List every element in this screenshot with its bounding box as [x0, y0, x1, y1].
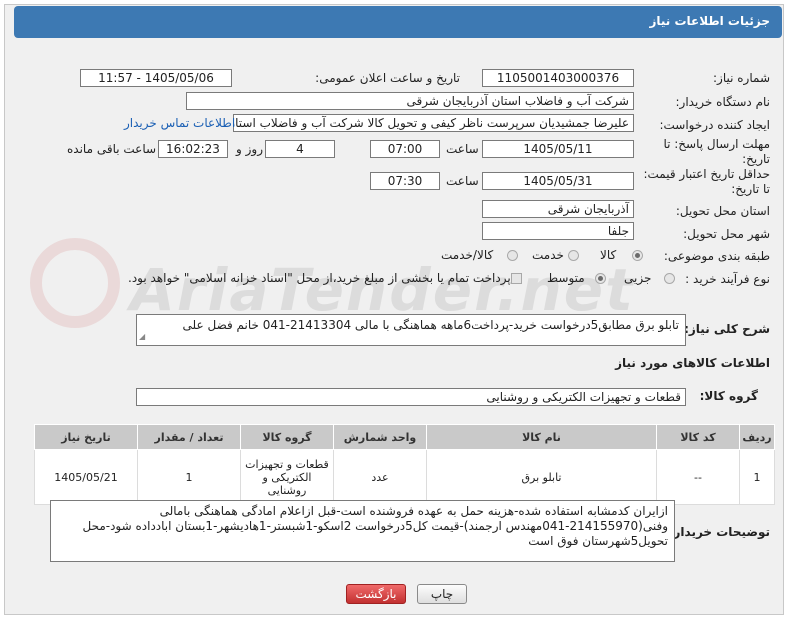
resize-handle-icon[interactable]: ◢ — [139, 329, 145, 344]
back-button[interactable]: بازگشت — [346, 584, 406, 604]
cell-need-date: 1405/05/21 — [34, 449, 138, 505]
validity-time-field[interactable]: 07:30 — [370, 172, 440, 190]
col-need-date: تاریخ نیاز — [34, 424, 138, 450]
description-text: تابلو برق مطابق5درخواست خرید-پرداخت6ماهه… — [182, 318, 679, 332]
process-radio-medium[interactable] — [595, 273, 606, 284]
col-row: ردیف — [739, 424, 775, 450]
category-option-goods-service: کالا/خدمت — [441, 248, 494, 262]
validity-label-date: تا تاریخ: — [731, 182, 770, 196]
contact-info-link[interactable]: اطلاعات تماس خریدار — [124, 116, 235, 130]
remaining-time-field[interactable]: 16:02:23 — [158, 140, 228, 158]
cell-name: تابلو برق — [426, 449, 657, 505]
announce-field[interactable]: 1405/05/06 - 11:57 — [80, 69, 232, 87]
validity-label: حداقل تاریخ اعتبار قیمت: — [643, 167, 770, 181]
cell-quantity: 1 — [137, 449, 241, 505]
deadline-time-label: ساعت — [446, 142, 479, 156]
process-option-medium: متوسط — [547, 271, 585, 285]
days-field[interactable]: 4 — [265, 140, 335, 158]
treasury-payment-note: پرداخت تمام یا بخشی از مبلغ خرید،از محل … — [128, 271, 511, 285]
process-label: نوع فرآیند خرید : — [685, 272, 770, 286]
treasury-payment-checkbox[interactable] — [511, 273, 522, 284]
category-radio-service[interactable] — [568, 250, 579, 261]
buyer-notes-label: توضیحات خریدار: — [668, 525, 770, 539]
buyer-notes-text: ازایران کدمشابه استفاده شده-هزینه حمل به… — [82, 504, 668, 548]
process-option-minor: جزیی — [624, 271, 652, 285]
remaining-time-label: ساعت باقی مانده — [67, 142, 157, 156]
deadline-label: مهلت ارسال پاسخ: تا — [663, 137, 770, 151]
creator-field[interactable]: علیرضا جمشیدیان سرپرست ناظر کیفی و تحویل… — [233, 114, 634, 132]
cell-row: 1 — [739, 449, 775, 505]
province-field[interactable]: آذربایجان شرقی — [482, 200, 634, 218]
buyer-notes-textarea[interactable]: ازایران کدمشابه استفاده شده-هزینه حمل به… — [50, 500, 675, 562]
city-field[interactable]: جلفا — [482, 222, 634, 240]
announce-label: تاریخ و ساعت اعلان عمومی: — [315, 71, 460, 85]
category-radio-goods[interactable] — [632, 250, 643, 261]
need-number-label: شماره نیاز: — [713, 71, 770, 85]
category-radio-goods-service[interactable] — [507, 250, 518, 261]
col-unit: واحد شمارش — [333, 424, 427, 450]
buyer-field[interactable]: شرکت آب و فاضلاب استان آذربایجان شرقی — [186, 92, 634, 110]
cell-code: -- — [656, 449, 740, 505]
page-title: جزئیات اطلاعات نیاز — [649, 14, 770, 28]
col-name: نام کالا — [426, 424, 657, 450]
cell-unit: عدد — [333, 449, 427, 505]
description-textarea[interactable]: تابلو برق مطابق5درخواست خرید-پرداخت6ماهه… — [136, 314, 686, 346]
goods-group-label: گروه کالا: — [699, 389, 758, 403]
items-table-header: ردیف کد کالا نام کالا واحد شمارش گروه کا… — [34, 424, 775, 450]
category-label: طبقه بندی موضوعی: — [663, 249, 770, 263]
col-code: کد کالا — [656, 424, 740, 450]
need-number-field[interactable]: 1105001403000376 — [482, 69, 634, 87]
deadline-time-field[interactable]: 07:00 — [370, 140, 440, 158]
category-option-service: خدمت — [532, 248, 564, 262]
col-quantity: تعداد / مقدار — [137, 424, 241, 450]
deadline-label-date: تاریخ: — [742, 152, 770, 166]
title-bar: جزئیات اطلاعات نیاز — [14, 6, 782, 38]
items-table: ردیف کد کالا نام کالا واحد شمارش گروه کا… — [34, 424, 775, 505]
col-group: گروه کالا — [240, 424, 334, 450]
process-radio-minor[interactable] — [664, 273, 675, 284]
print-button[interactable]: چاپ — [417, 584, 467, 604]
description-label: شرح کلی نیاز: — [684, 322, 770, 336]
days-label: روز و — [236, 142, 263, 156]
goods-info-title: اطلاعات کالاهای مورد نیاز — [615, 356, 770, 370]
province-label: استان محل تحویل: — [675, 204, 770, 218]
validity-time-label: ساعت — [446, 174, 479, 188]
validity-date-field[interactable]: 1405/05/31 — [482, 172, 634, 190]
cell-group: قطعات و تجهیزات الکتریکی و روشنایی — [240, 449, 334, 505]
table-row[interactable]: 1 -- تابلو برق عدد قطعات و تجهیزات الکتر… — [34, 449, 775, 505]
buyer-label: نام دستگاه خریدار: — [675, 95, 771, 109]
goods-group-field[interactable]: قطعات و تجهیزات الکتریکی و روشنایی — [136, 388, 686, 406]
category-option-goods: کالا — [600, 248, 617, 262]
deadline-date-field[interactable]: 1405/05/11 — [482, 140, 634, 158]
city-label: شهر محل تحویل: — [683, 227, 770, 241]
creator-label: ایجاد کننده درخواست: — [659, 118, 770, 132]
